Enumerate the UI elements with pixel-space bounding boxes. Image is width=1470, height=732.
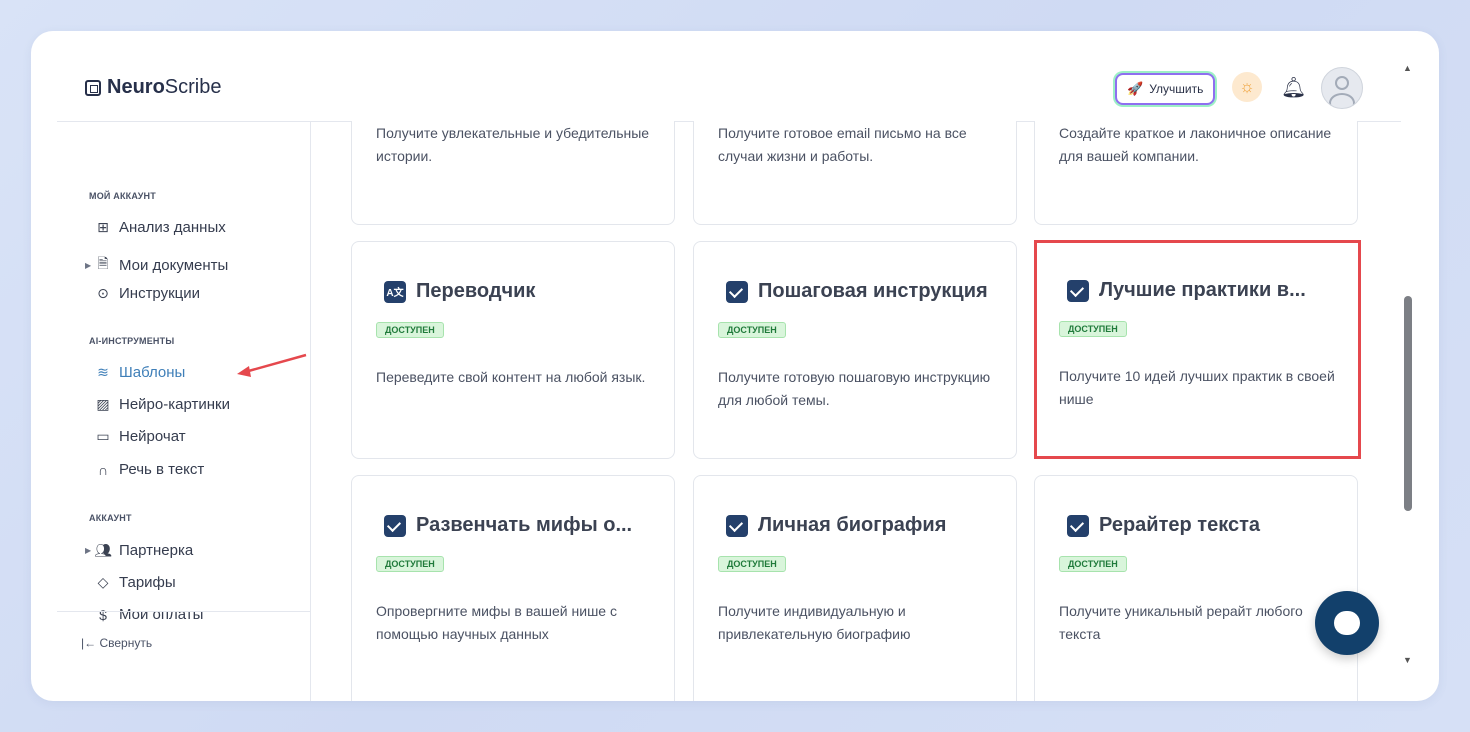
status-badge: ДОСТУПЕН: [1059, 556, 1127, 572]
collapse-label: Свернуть: [99, 636, 153, 650]
template-description: Получите 10 идей лучших практик в своей …: [1059, 368, 1335, 407]
sidebar-item-my-documents[interactable]: ▶ 🗎︎ Мои документы: [85, 253, 229, 277]
checkbox-icon: [726, 280, 748, 303]
sidebar-item-my-payments[interactable]: $ Мои оплаты: [87, 606, 203, 623]
template-card-step-by-step[interactable]: Пошаговая инструкция ДОСТУПЕН Получите г…: [693, 241, 1017, 459]
sidebar-item-data-analysis[interactable]: ⊞ Анализ данных: [87, 219, 226, 236]
collapse-button[interactable]: |← Свернуть: [81, 636, 152, 650]
template-title: Пошаговая инструкция: [758, 280, 988, 302]
app-window: NeuroScribe 🚀 Улучшить ☼ 🔔︎ МОЙ АККАУНТ …: [31, 31, 1439, 701]
checkbox-icon: [1067, 514, 1089, 537]
template-card-personal-bio[interactable]: Личная биография ДОСТУПЕН Получите индив…: [693, 475, 1017, 701]
template-description: Создайте краткое и лаконичное описание д…: [1059, 125, 1332, 164]
template-description: Получите индивидуальную и привлекательну…: [718, 603, 911, 642]
scrollbar-thumb[interactable]: [1404, 296, 1412, 511]
rocket-icon: 🚀: [1127, 81, 1144, 96]
sidebar-item-neurochat[interactable]: ▭ Нейрочат: [87, 428, 186, 445]
document-icon: 🗎︎: [97, 255, 109, 271]
section-title-account: АККАУНТ: [89, 513, 132, 523]
template-card-translator[interactable]: A文 Переводчик ДОСТУПЕН Переведите свой к…: [351, 241, 675, 459]
annotation-arrow: [237, 353, 307, 377]
logo-light-text: Scribe: [164, 76, 222, 98]
status-badge: ДОСТУПЕН: [376, 322, 444, 338]
layers-icon: ≋: [97, 364, 109, 380]
template-card-rewriter[interactable]: Рерайтер текста ДОСТУПЕН Получите уникал…: [1034, 475, 1358, 701]
users-icon: 👥︎: [94, 542, 112, 558]
sidebar-divider: [57, 611, 310, 612]
checkbox-icon: [1067, 279, 1089, 302]
template-card-best-practices[interactable]: Лучшие практики в... ДОСТУПЕН Получите 1…: [1034, 240, 1361, 459]
sidebar-item-neuro-images[interactable]: ▨ Нейро-картинки: [87, 396, 230, 413]
user-avatar[interactable]: [1321, 67, 1363, 109]
chat-widget-button[interactable]: [1315, 591, 1379, 655]
help-icon: ⊙: [97, 285, 109, 301]
sidebar-item-label: Мои оплаты: [119, 606, 204, 623]
sidebar-item-label: Тарифы: [119, 574, 176, 591]
scroll-up-icon[interactable]: ▲: [1403, 63, 1412, 73]
template-card[interactable]: Получите готовое email письмо на все слу…: [693, 121, 1017, 225]
template-description: Получите увлекательные и убедительные ис…: [376, 125, 650, 164]
image-icon: ▨: [96, 396, 110, 412]
checkbox-icon: [384, 514, 406, 537]
template-title: Переводчик: [416, 280, 536, 302]
checkbox-icon: [726, 514, 748, 537]
theme-toggle-sun-icon[interactable]: ☼: [1232, 72, 1262, 102]
logo-bold-text: Neuro: [107, 76, 165, 98]
template-description: Получите готовое email письмо на все слу…: [718, 125, 967, 164]
templates-grid: Получите увлекательные и убедительные ис…: [311, 121, 1401, 701]
template-card[interactable]: Получите увлекательные и убедительные ис…: [351, 121, 675, 225]
upgrade-label: Улучшить: [1149, 82, 1204, 96]
headphones-icon: ∩: [97, 461, 109, 478]
tag-icon: ◇: [97, 574, 109, 590]
sidebar-item-templates[interactable]: ≋ Шаблоны: [87, 364, 185, 381]
sidebar-item-label: Партнерка: [119, 542, 194, 559]
sidebar-item-partners[interactable]: ▶ 👥︎ Партнерка: [85, 542, 194, 559]
sidebar-item-instructions[interactable]: ⊙ Инструкции: [87, 285, 200, 302]
upgrade-button[interactable]: 🚀 Улучшить: [1115, 73, 1216, 105]
template-description: Опровергните мифы в вашей нише с помощью…: [376, 603, 617, 642]
sidebar-item-label: Нейрочат: [119, 428, 186, 445]
template-description: Получите уникальный рерайт любого текста: [1059, 603, 1303, 642]
sidebar-item-label: Речь в текст: [119, 461, 205, 478]
logo[interactable]: NeuroScribe: [85, 76, 222, 99]
scroll-down-icon[interactable]: ▼: [1403, 655, 1412, 665]
sidebar-item-tariffs[interactable]: ◇ Тарифы: [87, 574, 176, 591]
template-card[interactable]: Создайте краткое и лаконичное описание д…: [1034, 121, 1358, 225]
grid-icon: ⊞: [97, 219, 109, 235]
status-badge: ДОСТУПЕН: [718, 556, 786, 572]
section-title-my-account: МОЙ АККАУНТ: [89, 191, 156, 201]
template-card-debunk-myths[interactable]: Развенчать мифы о... ДОСТУПЕН Опровергни…: [351, 475, 675, 701]
status-badge: ДОСТУПЕН: [1059, 321, 1127, 337]
status-badge: ДОСТУПЕН: [718, 322, 786, 338]
top-bar: NeuroScribe 🚀 Улучшить ☼ 🔔︎: [57, 31, 1401, 122]
template-title: Развенчать мифы о...: [416, 514, 633, 536]
template-title: Рерайтер текста: [1099, 514, 1260, 536]
caret-right-icon: ▶: [85, 546, 92, 555]
template-description: Получите готовую пошаговую инструкцию дл…: [718, 369, 991, 408]
collapse-icon: |←: [81, 636, 97, 650]
sidebar: МОЙ АККАУНТ ⊞ Анализ данных ▶ 🗎︎ Мои док…: [57, 121, 311, 701]
notifications-bell-icon[interactable]: 🔔︎: [1281, 75, 1306, 100]
dollar-icon: $: [99, 606, 107, 623]
sidebar-item-label: Мои документы: [119, 256, 229, 274]
sidebar-item-label: Шаблоны: [119, 364, 186, 381]
template-title: Личная биография: [758, 514, 947, 536]
logo-icon: [85, 79, 101, 96]
sidebar-item-label: Нейро-картинки: [119, 396, 230, 413]
template-description: Переведите свой контент на любой язык.: [376, 369, 646, 385]
section-title-ai-tools: AI-ИНСТРУМЕНТЫ: [89, 336, 175, 346]
translate-icon: A文: [384, 280, 406, 303]
sidebar-item-label: Инструкции: [119, 285, 201, 302]
status-badge: ДОСТУПЕН: [376, 556, 444, 572]
sidebar-item-speech-to-text[interactable]: ∩ Речь в текст: [87, 461, 204, 478]
template-title: Лучшие практики в...: [1099, 279, 1306, 301]
sidebar-item-label: Анализ данных: [119, 219, 226, 236]
caret-right-icon: ▶: [85, 260, 92, 270]
chat-bubble-icon: ▭: [96, 428, 110, 444]
